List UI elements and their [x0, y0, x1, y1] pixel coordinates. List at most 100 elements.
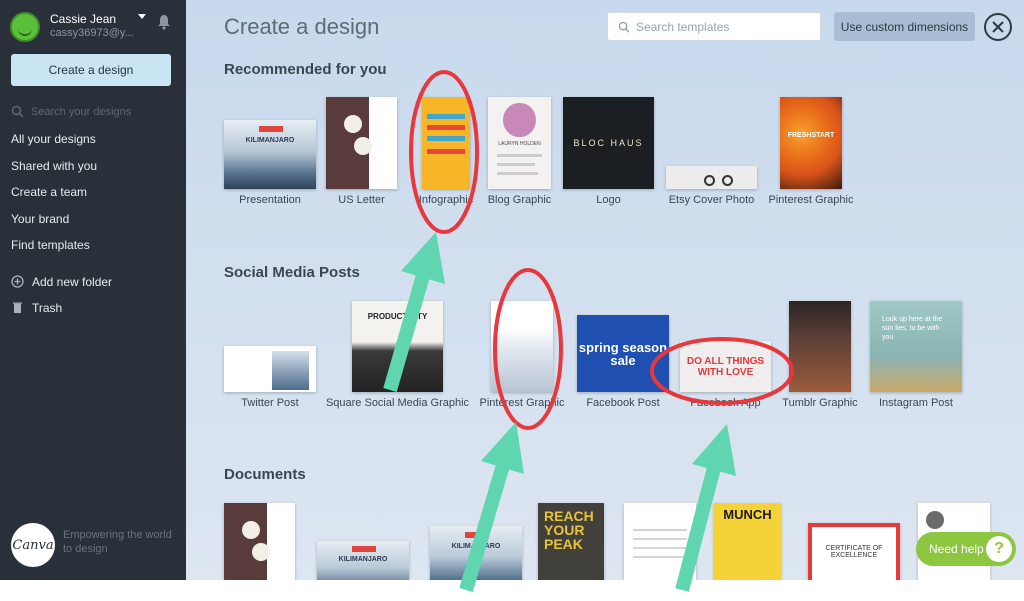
user-menu[interactable]: Cassie Jean cassy36973@y... [10, 10, 180, 44]
sidebar-item-find-templates[interactable]: Find templates [11, 238, 90, 252]
thumb-text: PRODUCTIVITY [367, 311, 428, 321]
template-thumbnail [666, 166, 757, 189]
template-thumbnail: MUNCH [714, 503, 781, 580]
template-thumbnail [491, 301, 553, 392]
template-thumbnail: KILIMANJARO [224, 120, 316, 189]
user-email: cassy36973@y... [50, 27, 134, 39]
thumb-line [632, 537, 688, 540]
template-thumbnail: REACH YOUR PEAK [538, 503, 604, 580]
template-thumbnail [326, 97, 397, 189]
need-help-label: Need help [929, 542, 984, 556]
sidebar-search[interactable] [11, 103, 176, 121]
template-thumbnail: PRODUCTIVITY [352, 301, 443, 392]
bike-wheel [722, 175, 733, 186]
close-icon [992, 21, 1004, 33]
thumb-accent [464, 531, 489, 539]
template-thumbnail: FRESHSTART [780, 97, 842, 189]
thumb-text: KILIMANJARO [338, 556, 388, 563]
template-card-square-social[interactable]: PRODUCTIVITY Square Social Media Graphic [326, 301, 469, 413]
thumb-photo [224, 503, 267, 580]
search-templates-input[interactable] [636, 19, 816, 35]
thumb-line [497, 172, 539, 176]
thumb-text: KILIMANJARO [451, 543, 501, 551]
template-card-twitter-post[interactable]: Twitter Post [224, 346, 316, 413]
sidebar-item-all-designs[interactable]: All your designs [11, 132, 96, 146]
template-card-doc-menu[interactable]: MUNCH [714, 503, 781, 580]
tagline: Empowering the world to design [63, 529, 172, 555]
sidebar-item-trash[interactable]: Trash [32, 301, 62, 315]
thumb-photo [271, 350, 309, 390]
section-title-social: Social Media Posts [224, 264, 360, 281]
template-thumbnail: BLOC HAUS [563, 97, 654, 189]
template-thumbnail: KILIMANJARO [317, 541, 409, 580]
thumb-band [426, 113, 466, 120]
template-thumbnail [624, 503, 696, 580]
thumb-line [632, 556, 688, 559]
section-title-documents: Documents [224, 466, 306, 483]
thumb-text: FRESHSTART [787, 131, 835, 139]
thumb-band [426, 148, 466, 155]
thumb-band [426, 124, 466, 131]
template-thumbnail [789, 301, 851, 392]
user-name: Cassie Jean [50, 12, 117, 26]
section-title-recommended: Recommended for you [224, 61, 387, 78]
thumb-text: MUNCH [723, 507, 772, 522]
sidebar-item-add-folder[interactable]: Add new folder [32, 275, 112, 289]
template-thumbnail [224, 346, 316, 392]
thumb-photo [503, 102, 536, 138]
thumb-accent [351, 545, 376, 552]
template-card-doc-letterhead[interactable] [624, 503, 696, 580]
template-label: Instagram Post [879, 397, 953, 409]
need-help-button[interactable]: Need help ? [916, 532, 1016, 566]
flower-shape [344, 115, 362, 133]
chevron-down-icon[interactable] [138, 14, 146, 19]
canva-logo: Canva [11, 523, 55, 567]
template-thumbnail: spring season sale [577, 315, 669, 392]
template-card-doc-poster[interactable]: REACH YOUR PEAK [538, 503, 604, 580]
flower-shape [354, 137, 372, 155]
main-panel: Create a design Use custom dimensions Re… [186, 0, 1024, 580]
template-card-instagram[interactable]: Look up here at the sun lies, to be with… [870, 301, 962, 413]
thumb-accent [258, 125, 283, 133]
template-thumbnail: DO ALL THINGS WITH LOVE [680, 341, 771, 392]
template-thumbnail: LAURYN HOLDEN [488, 97, 551, 189]
search-icon [618, 21, 630, 33]
template-card-doc-letter[interactable] [224, 503, 295, 580]
sidebar-item-shared[interactable]: Shared with you [11, 159, 97, 173]
plus-circle-icon [11, 275, 24, 288]
thumb-line [632, 547, 688, 550]
thumb-line [497, 163, 536, 167]
template-card-doc-mountain[interactable]: KILIMANJARO [317, 541, 409, 580]
question-icon: ? [986, 536, 1012, 562]
search-designs-input[interactable] [31, 103, 171, 121]
template-thumbnail: KILIMANJARO [430, 526, 522, 580]
custom-dimensions-button[interactable]: Use custom dimensions [834, 12, 975, 41]
create-design-button[interactable]: Create a design [11, 54, 171, 86]
search-icon [11, 105, 24, 118]
thumb-text: LAURYN HOLDEN [498, 141, 541, 148]
sidebar: Cassie Jean cassy36973@y... Create a des… [0, 0, 186, 580]
close-button[interactable] [984, 13, 1012, 41]
template-card-pinterest[interactable]: FRESHSTART Pinterest Graphic [769, 97, 853, 210]
template-thumbnail [224, 503, 295, 580]
avatar[interactable] [10, 12, 40, 42]
thumb-text: KILIMANJARO [245, 137, 295, 145]
page-title: Create a design [224, 14, 380, 39]
template-thumbnail [422, 97, 470, 189]
sidebar-item-brand[interactable]: Your brand [11, 212, 69, 226]
template-thumbnail: Look up here at the sun lies, to be with… [870, 301, 962, 392]
thumb-line [632, 528, 688, 531]
thumb-band [426, 135, 466, 142]
template-thumbnail: CERTIFICATE OF EXCELLENCE [808, 523, 900, 580]
bell-icon[interactable] [157, 14, 171, 30]
bike-wheel [704, 175, 715, 186]
thumb-line [497, 154, 542, 158]
resume-photo [926, 511, 944, 529]
template-search[interactable] [607, 12, 821, 41]
template-card-doc-certificate[interactable]: CERTIFICATE OF EXCELLENCE [808, 523, 900, 580]
flower-shape [242, 521, 260, 539]
trash-icon [13, 302, 22, 313]
sidebar-item-create-team[interactable]: Create a team [11, 185, 87, 199]
flower-shape [252, 543, 270, 561]
template-card-doc-presentation[interactable]: KILIMANJARO [430, 526, 522, 580]
